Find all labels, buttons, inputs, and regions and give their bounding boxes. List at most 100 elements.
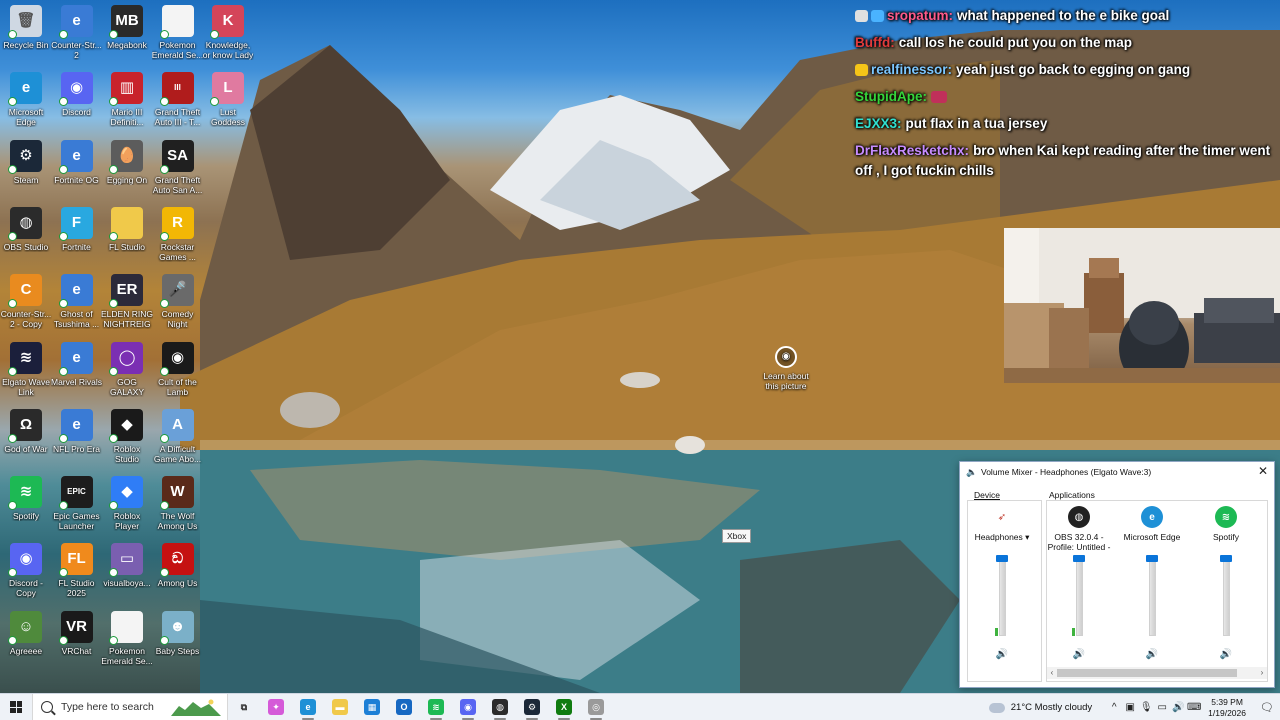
network-icon[interactable]: ▭ — [1154, 702, 1170, 713]
desktop-icon[interactable]: 🥚 Egging On — [101, 139, 153, 185]
desktop-icon[interactable]: K Knowledge, or know Lady — [202, 5, 254, 60]
taskbar-app-outlook[interactable]: O — [388, 694, 420, 720]
channel-label: OBS 32.0.4 - Profile: Untitled - ... — [1047, 532, 1111, 552]
desktop-icon[interactable]: FL Studio — [101, 206, 153, 252]
taskbar-app-spotify[interactable]: ≋ — [420, 694, 452, 720]
slider-thumb[interactable] — [1073, 555, 1085, 562]
taskbar-app-xbox[interactable]: X — [548, 694, 580, 720]
desktop-icon[interactable]: ◉ Discord — [51, 72, 103, 117]
taskbar-clock[interactable]: 5:39 PM 1/19/2026 — [1208, 697, 1246, 719]
desktop-icon[interactable]: EPIC Epic Games Launcher — [51, 476, 103, 531]
display-icon[interactable]: ▣ — [1122, 702, 1138, 713]
desktop-icon[interactable]: e Ghost of Tsushima ... — [51, 274, 103, 329]
desktop-icon[interactable]: VR VRChat — [51, 610, 103, 656]
mute-speaker-icon[interactable]: 🔊 — [995, 649, 1009, 660]
desktop-icon-label: OBS Studio — [3, 241, 49, 252]
desktop-icon[interactable]: e NFL Pro Era — [51, 408, 103, 454]
desktop-icon[interactable]: 🗑 Recycle Bin — [0, 5, 52, 50]
taskbar-app-file-explorer[interactable]: ▬ — [324, 694, 356, 720]
taskbar-app-discord[interactable]: ◉ — [452, 694, 484, 720]
mixer-titlebar[interactable]: 🔈 Volume Mixer - Headphones (Elgato Wave… — [960, 462, 1274, 481]
desktop-icon[interactable]: ඞ Among Us — [152, 543, 204, 588]
sync-check-icon — [8, 366, 17, 376]
desktop-icon[interactable]: Ω God of War — [0, 408, 52, 454]
desktop-icon[interactable]: L Lust Goddess — [202, 72, 254, 127]
desktop-icon[interactable]: R Rockstar Games ... — [152, 206, 204, 262]
volume-icon[interactable]: 🔊 — [1170, 702, 1186, 713]
taskbar-app-unknown-app[interactable]: ◎ — [580, 694, 612, 720]
desktop-icon[interactable]: MB Megabonk — [101, 5, 153, 50]
desktop-icon[interactable]: ⚙ Steam — [0, 139, 52, 185]
taskbar-app-task-view[interactable]: ⧉ — [228, 694, 260, 720]
desktop-icon[interactable]: ▭ visualboya... — [101, 543, 153, 588]
desktop-icon[interactable]: ☺ Agreeee — [0, 610, 52, 656]
desktop-icon[interactable]: F Fortnite — [51, 206, 103, 252]
scrollbar-thumb[interactable] — [1057, 669, 1237, 677]
learn-about-picture[interactable]: ◉ Learn about this picture — [760, 346, 812, 391]
desktop-icon[interactable]: ≋ Elgato Wave Link — [0, 341, 52, 397]
desktop-icon[interactable]: ◆ Roblox Studio — [101, 408, 153, 464]
slider-track[interactable] — [1223, 558, 1230, 636]
start-button[interactable] — [0, 694, 32, 720]
scroll-right-icon[interactable]: › — [1257, 667, 1267, 679]
desktop-icon[interactable]: C Counter-Str... 2 - Copy — [0, 274, 52, 329]
desktop-icon[interactable]: Pokemon Emerald Se... — [152, 5, 204, 60]
sync-check-icon — [109, 299, 118, 309]
chevron-up-icon[interactable]: ^ — [1106, 702, 1122, 713]
chat-badge-icon — [855, 64, 868, 76]
desktop-icon[interactable]: 🎤 Comedy Night — [152, 274, 204, 329]
notification-icon[interactable]: 🗨 — [1254, 701, 1280, 714]
slider-track[interactable] — [1076, 558, 1083, 636]
mute-speaker-icon[interactable]: 🔊 — [1072, 649, 1086, 660]
scroll-left-icon[interactable]: ‹ — [1047, 667, 1057, 679]
desktop-icon[interactable]: AA Difficult Game Abo... — [152, 408, 204, 464]
language-icon[interactable]: ⌨ — [1186, 702, 1202, 713]
desktop-icon[interactable]: III Grand Theft Auto III - T... — [152, 72, 204, 127]
desktop-icon[interactable]: FL FL Studio 2025 — [51, 543, 103, 598]
slider-thumb[interactable] — [996, 555, 1008, 562]
taskbar-app-steam[interactable]: ⚙ — [516, 694, 548, 720]
desktop-icon[interactable]: ERELDEN RING NIGHTREIGN — [101, 274, 153, 329]
desktop-icon[interactable]: Pokemon Emerald Se... — [101, 610, 153, 666]
desktop-icon[interactable]: ▥ Mario III Definiti... — [101, 72, 153, 127]
chat-text: put flax in a tua jersey — [905, 116, 1048, 131]
desktop-icon-label: Baby Steps — [155, 645, 200, 656]
slider-thumb[interactable] — [1220, 555, 1232, 562]
mute-speaker-icon[interactable]: 🔊 — [1219, 649, 1233, 660]
desktop-icon[interactable]: ☻ Baby Steps — [152, 610, 204, 656]
slider-track[interactable] — [1149, 558, 1156, 636]
desktop-icon[interactable]: ◍ OBS Studio — [0, 206, 52, 252]
volume-slider[interactable] — [1220, 555, 1232, 636]
desktop-icon[interactable]: W The Wolf Among Us — [152, 476, 204, 531]
microphone-icon[interactable]: 🎙 — [1138, 702, 1154, 713]
taskbar-app-obs[interactable]: ◍ — [484, 694, 516, 720]
desktop-icon[interactable]: SA Grand Theft Auto San A... — [152, 139, 204, 195]
desktop-icon[interactable]: ◉ Discord - Copy — [0, 543, 52, 598]
desktop-icon[interactable]: e Marvel Rivals — [51, 341, 103, 387]
desktop-icon-label: A Difficult Game Abo... — [153, 443, 202, 464]
desktop-icon[interactable]: ◯ GOG GALAXY — [101, 341, 153, 397]
taskbar-app-copilot[interactable]: ✦ — [260, 694, 292, 720]
mute-speaker-icon[interactable]: 🔊 — [1145, 649, 1159, 660]
volume-slider[interactable] — [995, 555, 1008, 636]
volume-mixer-window[interactable]: 🔈 Volume Mixer - Headphones (Elgato Wave… — [959, 461, 1275, 688]
mixer-horizontal-scrollbar[interactable]: ‹ › — [1047, 667, 1267, 679]
volume-slider[interactable] — [1072, 555, 1085, 636]
desktop-icon[interactable]: e Microsoft Edge — [0, 72, 52, 127]
desktop-icon[interactable]: ◉ Cult of the Lamb — [152, 341, 204, 397]
slider-track[interactable] — [999, 558, 1006, 636]
device-dropdown[interactable]: Headphones ▾ — [966, 532, 1038, 552]
weather-widget[interactable]: 21°C Mostly cloudy — [988, 702, 1092, 713]
taskbar-search-box[interactable]: Type here to search — [32, 693, 228, 720]
desktop-icon[interactable]: ◆ Roblox Player — [101, 476, 153, 531]
desktop-icon-label: Microsoft Edge — [8, 107, 44, 128]
slider-thumb[interactable] — [1146, 555, 1158, 562]
close-icon[interactable]: ✕ — [1256, 464, 1270, 478]
desktop-icon[interactable]: e Counter-Str... 2 — [51, 5, 103, 60]
volume-slider[interactable] — [1146, 555, 1158, 636]
taskbar-app-microsoft-store[interactable]: ▦ — [356, 694, 388, 720]
desktop-icon[interactable]: e Fortnite OG — [51, 139, 103, 185]
desktop-icon[interactable]: ≋ Spotify — [0, 476, 52, 521]
desktop-icon-label: The Wolf Among Us — [157, 511, 198, 532]
taskbar-app-edge[interactable]: e — [292, 694, 324, 720]
